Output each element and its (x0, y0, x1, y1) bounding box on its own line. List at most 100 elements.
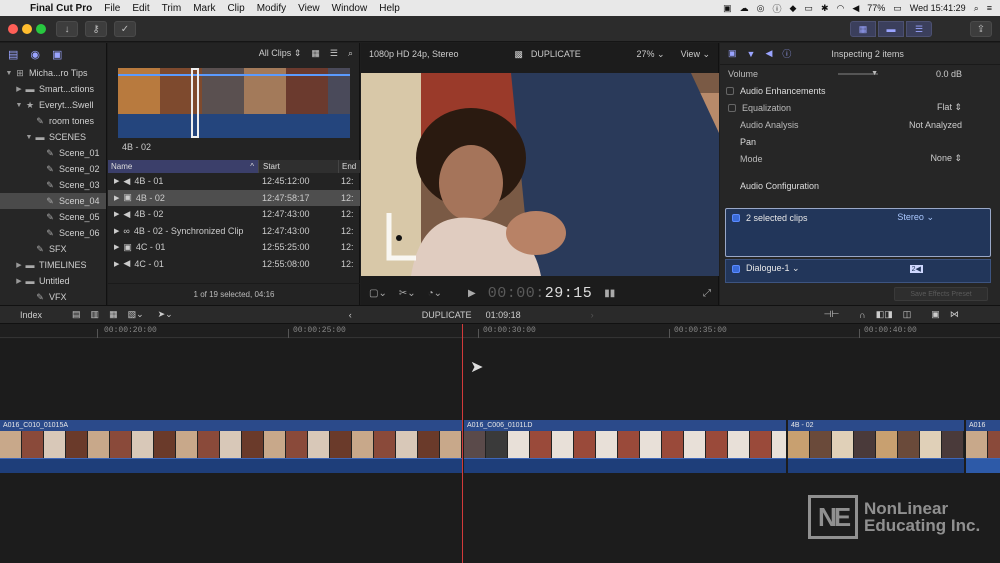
minimize-window-button[interactable] (22, 24, 32, 34)
library-item[interactable]: ▼ ⊞ Micha...ro Tips (0, 65, 106, 81)
timecode-display[interactable]: 00:00:29:15 (488, 285, 593, 302)
notifications-icon[interactable]: ≡ (987, 3, 992, 13)
clip-row[interactable]: ▶ ◀ 4B - 01 12:45:12:00 12: (108, 173, 360, 190)
disclosure-closed-icon[interactable]: ▶ (14, 85, 24, 93)
speed-icon[interactable]: ◔⌄ (428, 288, 442, 299)
show-timeline-icon[interactable]: ▬ (878, 21, 904, 37)
list-view-icon[interactable]: ☰ (330, 48, 338, 59)
info-icon[interactable]: ⓘ (772, 2, 781, 15)
transform-icon[interactable]: ✂⌄ (399, 288, 416, 299)
selected-clips-checkbox[interactable] (732, 213, 740, 222)
library-item[interactable]: ▶ ▬ Untitled (0, 273, 106, 289)
info-inspector-icon[interactable]: ⓘ (782, 47, 791, 60)
menu-file[interactable]: File (104, 3, 120, 14)
forward-arrow-icon[interactable]: › (591, 310, 594, 320)
disclosure-closed-icon[interactable]: ▶ (114, 243, 119, 251)
connect-clip-icon[interactable]: ▤ (72, 309, 81, 320)
clip-row[interactable]: ▶ ▣ 4C - 01 12:55:25:00 12: (108, 239, 360, 256)
library-item[interactable]: ✎ Scene_05 (0, 209, 106, 225)
dialogue-dropdown[interactable]: Dialogue-1 ⌄ (746, 263, 800, 274)
timeline-clip[interactable]: A016 (966, 420, 1000, 473)
audio-enhancements-header[interactable]: Audio Enhancements (720, 82, 1000, 99)
clock[interactable]: Wed 15:41:29 (910, 3, 966, 13)
play-icon[interactable]: ▶ (468, 288, 476, 299)
index-button[interactable]: Index (20, 310, 42, 320)
view-dropdown[interactable]: View ⌄ (681, 49, 710, 60)
close-window-button[interactable] (8, 24, 18, 34)
timeline-playhead[interactable] (462, 324, 463, 563)
select-tool-icon[interactable]: ➤⌄ (158, 309, 173, 320)
app-menu[interactable]: Final Cut Pro (30, 3, 92, 14)
insert-clip-icon[interactable]: ▥ (91, 309, 100, 320)
disclosure-open-icon[interactable]: ▼ (14, 102, 24, 109)
menu-edit[interactable]: Edit (132, 3, 149, 14)
clip-filter-dropdown[interactable]: All Clips ⇕ (259, 48, 302, 59)
audio-inspector-icon[interactable]: ◀ (765, 48, 772, 59)
equalization-checkbox[interactable] (728, 103, 736, 112)
clip-row[interactable]: ▶ ▣ 4B - 02 12:47:58:17 12: (108, 189, 360, 206)
column-name[interactable]: Name ^ (108, 160, 258, 173)
menu-mark[interactable]: Mark (193, 3, 215, 14)
menu-help[interactable]: Help (379, 3, 400, 14)
timeline-ruler[interactable]: 00:00:20:00 00:00:25:00 00:00:30:00 00:0… (0, 324, 1000, 338)
camera-icon[interactable]: ▣ (723, 3, 732, 14)
disclosure-closed-icon[interactable]: ▶ (114, 260, 119, 268)
filter-inspector-icon[interactable]: ▼ (747, 49, 756, 59)
snapping-icon[interactable]: ◫ (903, 309, 912, 320)
timeline-clip[interactable]: A016_C010_01015A (0, 420, 462, 473)
disclosure-closed-icon[interactable]: ▶ (114, 194, 119, 202)
menu-view[interactable]: View (298, 3, 320, 14)
bluetooth-icon[interactable]: ✱ (821, 3, 829, 14)
disclosure-closed-icon[interactable]: ▶ (114, 227, 119, 235)
enhancements-checkbox[interactable] (726, 86, 734, 95)
clip-row[interactable]: ▶ ◀ 4C - 01 12:55:08:00 12: (108, 256, 360, 273)
library-item[interactable]: ▼ ★ Everyt...Swell (0, 97, 106, 113)
clip-appearance-timeline-icon[interactable]: ▣ (931, 309, 940, 320)
dialogue-checkbox[interactable] (732, 264, 740, 273)
disclosure-closed-icon[interactable]: ▶ (14, 277, 24, 285)
disclosure-open-icon[interactable]: ▼ (4, 70, 14, 77)
library-item[interactable]: ✎ Scene_03 (0, 177, 106, 193)
overwrite-clip-icon[interactable]: ▧⌄ (128, 309, 144, 320)
spotlight-icon[interactable]: ⌕ (974, 3, 979, 14)
display-icon[interactable]: ▭ (804, 3, 813, 14)
import-icon[interactable]: ↓ (56, 21, 78, 37)
equalization-dropdown[interactable]: Flat ⇕ (937, 102, 962, 113)
library-item[interactable]: ✎ room tones (0, 113, 106, 129)
dropbox-icon[interactable]: ◆ (790, 3, 797, 14)
channel-config-dropdown[interactable]: Stereo ⌄ (897, 212, 934, 223)
zoom-window-button[interactable] (36, 24, 46, 34)
menu-trim[interactable]: Trim (162, 3, 182, 14)
library-item[interactable]: ▶ ▬ TIMELINES (0, 257, 106, 273)
fullscreen-icon[interactable]: ⤢ (703, 288, 711, 299)
cloud-icon[interactable]: ☁ (740, 3, 749, 14)
creative-cloud-icon[interactable]: ◎ (757, 3, 765, 14)
library-item[interactable]: ✎ Scene_01 (0, 145, 106, 161)
wifi-icon[interactable]: ◠ (836, 3, 844, 14)
show-browser-icon[interactable]: ▦ (850, 21, 876, 37)
save-effects-preset-button[interactable]: Save Effects Preset (894, 287, 988, 301)
audio-skimming-icon[interactable]: ∩ (859, 310, 865, 320)
menu-clip[interactable]: Clip (227, 3, 244, 14)
library-item[interactable]: ▼ ▬ SCENES (0, 129, 106, 145)
library-item[interactable]: ▶ ▬ Smart...ctions (0, 81, 106, 97)
disclosure-closed-icon[interactable]: ▶ (14, 261, 24, 269)
clip-row[interactable]: ▶ ◀ 4B - 02 12:47:43:00 12: (108, 206, 360, 223)
keywords-icon[interactable]: ⚷ (85, 21, 107, 37)
video-inspector-icon[interactable]: ▣ (728, 48, 737, 59)
search-icon[interactable]: ⌕ (348, 48, 353, 59)
back-arrow-icon[interactable]: ‹ (349, 310, 352, 320)
volume-slider[interactable]: ▼ (838, 70, 879, 77)
clip-appearance-icon[interactable]: ▦ (311, 48, 320, 59)
volume-icon[interactable]: ◀ (852, 3, 859, 14)
clip-row[interactable]: ▶ ∞ 4B - 02 - Synchronized Clip 12:47:43:00… (108, 223, 360, 240)
timeline-clip[interactable]: 4B - 02 (788, 420, 964, 473)
dialogue-row[interactable]: Dialogue-1 ⌄ 2◀ (725, 259, 991, 283)
view-options-icon[interactable]: ▢⌄ (369, 288, 387, 299)
selected-clips-box[interactable]: 2 selected clips Stereo ⌄ (725, 208, 991, 257)
column-start[interactable]: Start (258, 160, 338, 173)
library-item[interactable]: ✎ Scene_04 (0, 193, 106, 209)
disclosure-open-icon[interactable]: ▼ (24, 134, 34, 141)
battery-icon[interactable]: ▭ (893, 3, 902, 14)
solo-icon[interactable]: ◧◨ (876, 309, 893, 320)
